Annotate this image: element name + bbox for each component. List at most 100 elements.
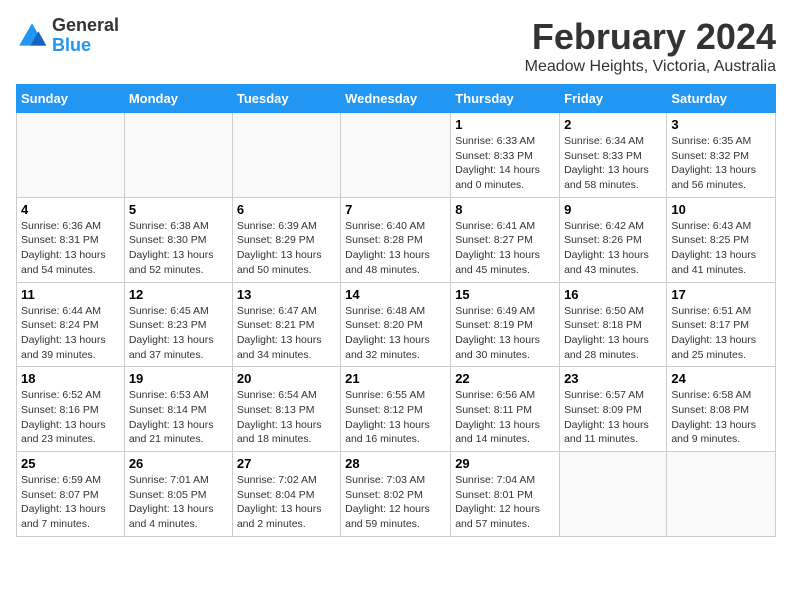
day-number: 12 bbox=[129, 287, 228, 302]
day-info: Sunrise: 6:56 AMSunset: 8:11 PMDaylight:… bbox=[455, 388, 555, 447]
calendar-header: SundayMondayTuesdayWednesdayThursdayFrid… bbox=[17, 85, 776, 113]
day-info: Sunrise: 6:34 AMSunset: 8:33 PMDaylight:… bbox=[564, 134, 662, 193]
day-info: Sunrise: 6:54 AMSunset: 8:13 PMDaylight:… bbox=[237, 388, 336, 447]
calendar-cell: 12 Sunrise: 6:45 AMSunset: 8:23 PMDayligh… bbox=[124, 282, 232, 367]
day-number: 5 bbox=[129, 202, 228, 217]
calendar-cell: 16 Sunrise: 6:50 AMSunset: 8:18 PMDayligh… bbox=[560, 282, 667, 367]
day-number: 24 bbox=[671, 371, 771, 386]
day-info: Sunrise: 6:47 AMSunset: 8:21 PMDaylight:… bbox=[237, 304, 336, 363]
calendar-cell: 15 Sunrise: 6:49 AMSunset: 8:19 PMDayligh… bbox=[451, 282, 560, 367]
calendar-cell bbox=[341, 113, 451, 198]
calendar-cell: 5 Sunrise: 6:38 AMSunset: 8:30 PMDaylight… bbox=[124, 197, 232, 282]
day-info: Sunrise: 6:52 AMSunset: 8:16 PMDaylight:… bbox=[21, 388, 120, 447]
day-info: Sunrise: 6:57 AMSunset: 8:09 PMDaylight:… bbox=[564, 388, 662, 447]
day-info: Sunrise: 6:48 AMSunset: 8:20 PMDaylight:… bbox=[345, 304, 446, 363]
calendar-title: February 2024 bbox=[525, 16, 776, 58]
day-info: Sunrise: 6:33 AMSunset: 8:33 PMDaylight:… bbox=[455, 134, 555, 193]
day-number: 6 bbox=[237, 202, 336, 217]
calendar-cell bbox=[17, 113, 125, 198]
day-number: 16 bbox=[564, 287, 662, 302]
day-number: 25 bbox=[21, 456, 120, 471]
calendar-cell: 10Sunrise: 6:43 AMSunset: 8:25 PMDayligh… bbox=[667, 197, 776, 282]
day-info: Sunrise: 6:53 AMSunset: 8:14 PMDaylight:… bbox=[129, 388, 228, 447]
calendar-table: SundayMondayTuesdayWednesdayThursdayFrid… bbox=[16, 84, 776, 537]
day-number: 15 bbox=[455, 287, 555, 302]
day-info: Sunrise: 6:45 AMSunset: 8:23 PMDaylight:… bbox=[129, 304, 228, 363]
logo-line2: Blue bbox=[52, 36, 119, 56]
calendar-cell: 25 Sunrise: 6:59 AMSunset: 8:07 PMDayligh… bbox=[17, 452, 125, 537]
calendar-cell: 1 Sunrise: 6:33 AMSunset: 8:33 PMDaylight… bbox=[451, 113, 560, 198]
day-info: Sunrise: 7:04 AMSunset: 8:01 PMDaylight:… bbox=[455, 473, 555, 532]
calendar-cell: 9 Sunrise: 6:42 AMSunset: 8:26 PMDaylight… bbox=[560, 197, 667, 282]
calendar-cell: 19 Sunrise: 6:53 AMSunset: 8:14 PMDayligh… bbox=[124, 367, 232, 452]
day-info: Sunrise: 6:41 AMSunset: 8:27 PMDaylight:… bbox=[455, 219, 555, 278]
weekday-header-tuesday: Tuesday bbox=[232, 85, 340, 113]
day-number: 19 bbox=[129, 371, 228, 386]
calendar-cell: 2 Sunrise: 6:34 AMSunset: 8:33 PMDaylight… bbox=[560, 113, 667, 198]
calendar-cell: 13 Sunrise: 6:47 AMSunset: 8:21 PMDayligh… bbox=[232, 282, 340, 367]
calendar-week-2: 4Sunrise: 6:36 AMSunset: 8:31 PMDaylight… bbox=[17, 197, 776, 282]
calendar-cell: 20Sunrise: 6:54 AMSunset: 8:13 PMDayligh… bbox=[232, 367, 340, 452]
calendar-cell: 29 Sunrise: 7:04 AMSunset: 8:01 PMDayligh… bbox=[451, 452, 560, 537]
calendar-cell: 11 Sunrise: 6:44 AMSunset: 8:24 PMDayligh… bbox=[17, 282, 125, 367]
logo-text: General Blue bbox=[52, 16, 119, 56]
day-number: 26 bbox=[129, 456, 228, 471]
day-number: 11 bbox=[21, 287, 120, 302]
calendar-cell: 6 Sunrise: 6:39 AMSunset: 8:29 PMDaylight… bbox=[232, 197, 340, 282]
logo-icon bbox=[16, 20, 48, 52]
calendar-cell: 22 Sunrise: 6:56 AMSunset: 8:11 PMDayligh… bbox=[451, 367, 560, 452]
day-info: Sunrise: 6:50 AMSunset: 8:18 PMDaylight:… bbox=[564, 304, 662, 363]
day-info: Sunrise: 6:39 AMSunset: 8:29 PMDaylight:… bbox=[237, 219, 336, 278]
day-number: 17 bbox=[671, 287, 771, 302]
logo-line1: General bbox=[52, 16, 119, 36]
day-number: 22 bbox=[455, 371, 555, 386]
calendar-cell: 27Sunrise: 7:02 AMSunset: 8:04 PMDayligh… bbox=[232, 452, 340, 537]
weekday-header-thursday: Thursday bbox=[451, 85, 560, 113]
day-info: Sunrise: 6:35 AMSunset: 8:32 PMDaylight:… bbox=[671, 134, 771, 193]
weekday-header-monday: Monday bbox=[124, 85, 232, 113]
calendar-cell: 18Sunrise: 6:52 AMSunset: 8:16 PMDayligh… bbox=[17, 367, 125, 452]
day-number: 13 bbox=[237, 287, 336, 302]
day-number: 1 bbox=[455, 117, 555, 132]
day-number: 27 bbox=[237, 456, 336, 471]
calendar-body: 1 Sunrise: 6:33 AMSunset: 8:33 PMDaylight… bbox=[17, 113, 776, 537]
calendar-cell bbox=[124, 113, 232, 198]
weekday-header-wednesday: Wednesday bbox=[341, 85, 451, 113]
calendar-subtitle: Meadow Heights, Victoria, Australia bbox=[525, 58, 776, 76]
day-info: Sunrise: 6:40 AMSunset: 8:28 PMDaylight:… bbox=[345, 219, 446, 278]
day-info: Sunrise: 6:55 AMSunset: 8:12 PMDaylight:… bbox=[345, 388, 446, 447]
day-info: Sunrise: 6:51 AMSunset: 8:17 PMDaylight:… bbox=[671, 304, 771, 363]
calendar-week-3: 11 Sunrise: 6:44 AMSunset: 8:24 PMDayligh… bbox=[17, 282, 776, 367]
day-number: 21 bbox=[345, 371, 446, 386]
calendar-cell: 21 Sunrise: 6:55 AMSunset: 8:12 PMDayligh… bbox=[341, 367, 451, 452]
day-number: 3 bbox=[671, 117, 771, 132]
weekday-header-saturday: Saturday bbox=[667, 85, 776, 113]
logo: General Blue bbox=[16, 16, 119, 56]
calendar-cell: 8 Sunrise: 6:41 AMSunset: 8:27 PMDaylight… bbox=[451, 197, 560, 282]
calendar-cell: 17 Sunrise: 6:51 AMSunset: 8:17 PMDayligh… bbox=[667, 282, 776, 367]
day-info: Sunrise: 6:59 AMSunset: 8:07 PMDaylight:… bbox=[21, 473, 120, 532]
calendar-cell: 23 Sunrise: 6:57 AMSunset: 8:09 PMDayligh… bbox=[560, 367, 667, 452]
day-info: Sunrise: 7:01 AMSunset: 8:05 PMDaylight:… bbox=[129, 473, 228, 532]
calendar-cell bbox=[560, 452, 667, 537]
day-info: Sunrise: 7:03 AMSunset: 8:02 PMDaylight:… bbox=[345, 473, 446, 532]
weekday-header-sunday: Sunday bbox=[17, 85, 125, 113]
day-number: 2 bbox=[564, 117, 662, 132]
day-info: Sunrise: 6:44 AMSunset: 8:24 PMDaylight:… bbox=[21, 304, 120, 363]
day-number: 8 bbox=[455, 202, 555, 217]
day-info: Sunrise: 6:43 AMSunset: 8:25 PMDaylight:… bbox=[671, 219, 771, 278]
weekday-header-friday: Friday bbox=[560, 85, 667, 113]
calendar-cell bbox=[232, 113, 340, 198]
day-info: Sunrise: 6:58 AMSunset: 8:08 PMDaylight:… bbox=[671, 388, 771, 447]
day-number: 28 bbox=[345, 456, 446, 471]
calendar-week-4: 18Sunrise: 6:52 AMSunset: 8:16 PMDayligh… bbox=[17, 367, 776, 452]
calendar-cell: 14Sunrise: 6:48 AMSunset: 8:20 PMDayligh… bbox=[341, 282, 451, 367]
calendar-cell: 3 Sunrise: 6:35 AMSunset: 8:32 PMDaylight… bbox=[667, 113, 776, 198]
day-info: Sunrise: 6:49 AMSunset: 8:19 PMDaylight:… bbox=[455, 304, 555, 363]
day-info: Sunrise: 6:42 AMSunset: 8:26 PMDaylight:… bbox=[564, 219, 662, 278]
day-info: Sunrise: 6:38 AMSunset: 8:30 PMDaylight:… bbox=[129, 219, 228, 278]
calendar-cell: 24 Sunrise: 6:58 AMSunset: 8:08 PMDayligh… bbox=[667, 367, 776, 452]
day-number: 29 bbox=[455, 456, 555, 471]
day-number: 9 bbox=[564, 202, 662, 217]
day-number: 23 bbox=[564, 371, 662, 386]
